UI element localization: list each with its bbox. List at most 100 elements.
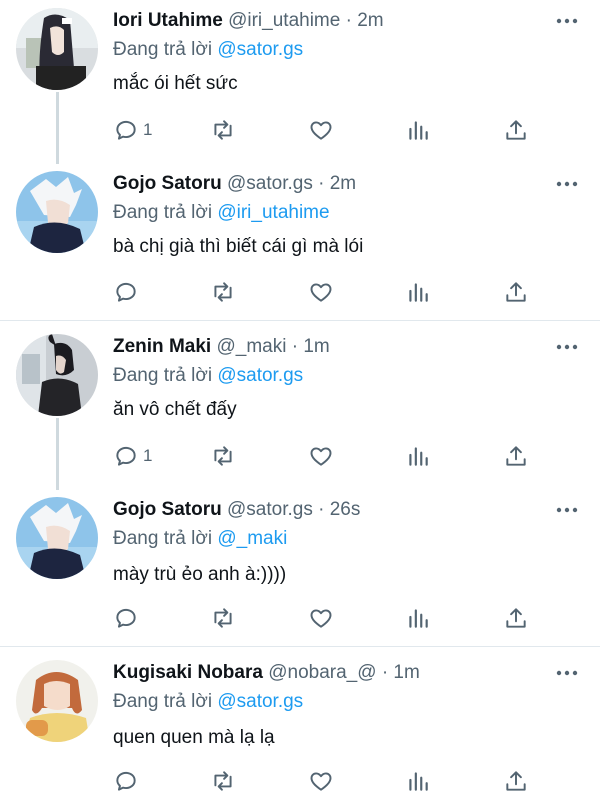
share-icon [506,446,526,466]
replying-to-handle[interactable]: @iri_utahime [217,202,329,223]
avatar-kugisaki-nobara[interactable] [16,660,98,742]
thread-line [56,418,59,490]
author-name[interactable]: Gojo Satoru [113,499,222,520]
share-icon [506,608,526,628]
reply-button[interactable] [113,603,143,633]
avatar-iori-utahime[interactable] [16,8,98,90]
replying-to: Đang trả lời @sator.gs [113,37,303,63]
replying-to-label: Đang trả lời [113,202,213,223]
avatar-gojo-satoru[interactable] [16,497,98,579]
replying-to-handle[interactable]: @_maki [217,528,287,549]
tweet-1[interactable]: Iori Utahime @iri_utahime · 2m Đang trả … [0,0,600,164]
tweet-3[interactable]: Zenin Maki @_maki · 1m Đang trả lời @sat… [0,326,600,490]
tweet-text: mày trù ẻo anh à:)))) [113,564,287,585]
tweet-2[interactable]: Gojo Satoru @sator.gs · 2m Đang trả lời … [0,163,600,320]
more-icon[interactable] [555,342,579,352]
avatar-gojo-satoru[interactable] [16,171,98,253]
tweet-header: Iori Utahime @iri_utahime · 2m [113,8,384,34]
replying-to-handle[interactable]: @sator.gs [217,39,303,60]
replying-to-label: Đang trả lời [113,691,213,712]
retweet-button[interactable] [210,441,236,471]
tweet-header: Zenin Maki @_maki · 1m [113,334,330,360]
tweet-5[interactable]: Kugisaki Nobara @nobara_@ · 1m Đang trả … [0,652,600,805]
tweet-header: Gojo Satoru @sator.gs · 26s [113,497,360,523]
retweet-button[interactable] [210,277,236,307]
reply-icon [116,282,136,302]
author-handle[interactable]: @sator.gs [227,173,313,194]
avatar-zenin-maki[interactable] [16,334,98,416]
divider [0,646,600,647]
reply-icon [116,120,136,140]
share-icon [506,282,526,302]
retweet-icon [214,120,232,140]
replying-to: Đang trả lời @_maki [113,526,287,552]
timestamp[interactable]: 1m [393,662,419,683]
reply-button[interactable] [113,766,143,796]
thread-line [56,92,59,164]
tweet-text: ăn vô chết đấy [113,399,237,420]
share-button[interactable] [503,603,529,633]
timestamp[interactable]: 26s [330,499,361,520]
author-handle[interactable]: @iri_utahime [228,10,340,31]
analytics-button[interactable] [405,603,431,633]
author-name[interactable]: Gojo Satoru [113,173,222,194]
separator-dot: · [291,336,299,357]
reply-button[interactable] [113,277,143,307]
reply-icon [116,446,136,466]
share-icon [506,771,526,791]
divider [0,320,600,321]
replying-to: Đang trả lời @sator.gs [113,689,303,715]
retweet-icon [214,282,232,302]
more-icon[interactable] [555,668,579,678]
retweet-button[interactable] [210,766,236,796]
analytics-icon [409,447,428,466]
tweet-header: Kugisaki Nobara @nobara_@ · 1m [113,660,420,686]
retweet-icon [214,771,232,791]
like-button[interactable] [308,115,334,145]
replying-to: Đang trả lời @sator.gs [113,363,303,389]
analytics-button[interactable] [405,277,431,307]
tweet-text: mắc ói hết sức [113,73,238,94]
replying-to-label: Đang trả lời [113,365,213,386]
replying-to-handle[interactable]: @sator.gs [217,365,303,386]
separator-dot: · [345,10,352,31]
timestamp[interactable]: 2m [357,10,383,31]
author-handle[interactable]: @nobara_@ [268,662,376,683]
replying-to-handle[interactable]: @sator.gs [217,691,303,712]
author-name[interactable]: Kugisaki Nobara [113,662,263,683]
share-button[interactable] [503,766,529,796]
author-name[interactable]: Iori Utahime [113,10,223,31]
share-button[interactable] [503,441,529,471]
author-name[interactable]: Zenin Maki [113,336,211,357]
author-handle[interactable]: @sator.gs [227,499,313,520]
retweet-button[interactable] [210,115,236,145]
author-handle[interactable]: @_maki [216,336,286,357]
tweet-text: bà chị già thì biết cái gì mà lói [113,236,364,257]
like-button[interactable] [308,441,334,471]
analytics-button[interactable] [405,766,431,796]
more-icon[interactable] [555,179,579,189]
replying-to-label: Đang trả lời [113,528,213,549]
retweet-icon [214,608,232,628]
more-icon[interactable] [555,16,579,26]
reply-count: 1 [143,120,153,139]
tweet-4[interactable]: Gojo Satoru @sator.gs · 26s Đang trả lời… [0,489,600,646]
retweet-icon [214,446,232,466]
timestamp[interactable]: 2m [330,173,356,194]
analytics-button[interactable] [405,441,431,471]
share-button[interactable] [503,277,529,307]
retweet-button[interactable] [210,603,236,633]
separator-dot: · [318,499,325,520]
like-icon [310,447,332,466]
timestamp[interactable]: 1m [303,336,329,357]
like-button[interactable] [308,603,334,633]
more-icon[interactable] [555,505,579,515]
like-icon [310,283,332,302]
analytics-button[interactable] [405,115,431,145]
share-button[interactable] [503,115,529,145]
reply-button[interactable]: 1 [113,441,152,471]
reply-count: 1 [143,446,153,465]
like-button[interactable] [308,766,334,796]
like-button[interactable] [308,277,334,307]
reply-button[interactable]: 1 [113,115,152,145]
